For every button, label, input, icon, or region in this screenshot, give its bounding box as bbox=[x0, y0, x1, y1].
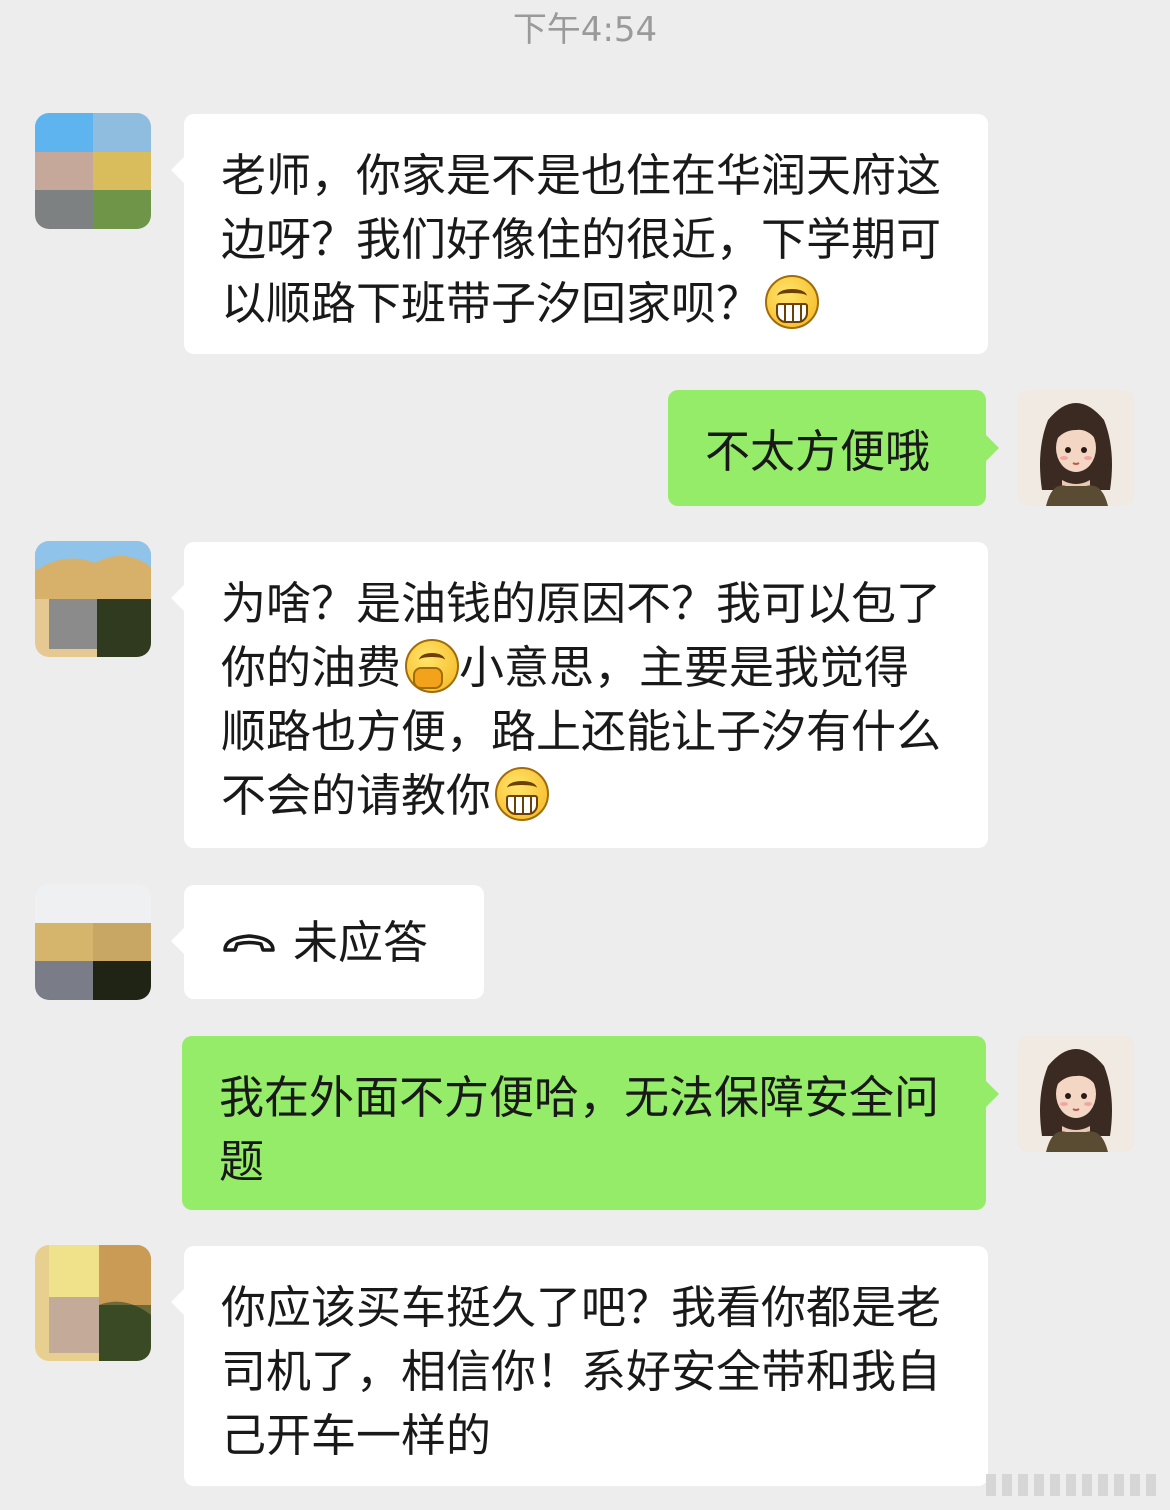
message-bubble-incoming[interactable]: 为啥？是油钱的原因不？我可以包了你的油费 小意思，主要是我觉得顺路也方便，路上还能… bbox=[171, 542, 988, 848]
grin-emoji-icon bbox=[495, 767, 550, 821]
contact-avatar-pixelated[interactable] bbox=[35, 1245, 151, 1361]
call-record-bubble[interactable]: 未应答 bbox=[171, 885, 484, 999]
message-text: 你应该买车挺久了吧？我看你都是老司机了，相信你！系好安全带和我自己开车一样的 bbox=[221, 1281, 942, 1462]
message-text: 老师，你家是不是也住在华润天府这边呀？我们好像住的很近，下学期可以顺路下班带子汐… bbox=[221, 149, 942, 330]
watermark-decoration bbox=[986, 1474, 1156, 1496]
call-status-text: 未应答 bbox=[293, 916, 429, 969]
message-text: 不太方便哦 bbox=[705, 425, 931, 478]
message-bubble-outgoing[interactable]: 我在外面不方便哈，无法保障安全问题 bbox=[182, 1036, 999, 1210]
contact-avatar-pixelated[interactable] bbox=[35, 541, 151, 657]
chat-timestamp: 下午4:54 bbox=[512, 10, 658, 50]
message-bubble-incoming[interactable]: 老师，你家是不是也住在华润天府这边呀？我们好像住的很近，下学期可以顺路下班带子汐… bbox=[171, 114, 988, 354]
message-bubble-incoming[interactable]: 你应该买车挺久了吧？我看你都是老司机了，相信你！系好安全带和我自己开车一样的 bbox=[171, 1246, 988, 1486]
contact-avatar-pixelated[interactable] bbox=[35, 113, 151, 229]
my-avatar[interactable] bbox=[1018, 390, 1134, 506]
grin-emoji-icon bbox=[765, 275, 820, 329]
thinking-emoji-icon bbox=[405, 639, 460, 693]
message-text: 我在外面不方便哈，无法保障安全问题 bbox=[219, 1071, 940, 1188]
message-bubble-outgoing[interactable]: 不太方便哦 bbox=[668, 390, 999, 506]
my-avatar[interactable] bbox=[1018, 1036, 1134, 1152]
phone-hangup-icon bbox=[223, 934, 275, 952]
contact-avatar-pixelated[interactable] bbox=[35, 884, 151, 1000]
